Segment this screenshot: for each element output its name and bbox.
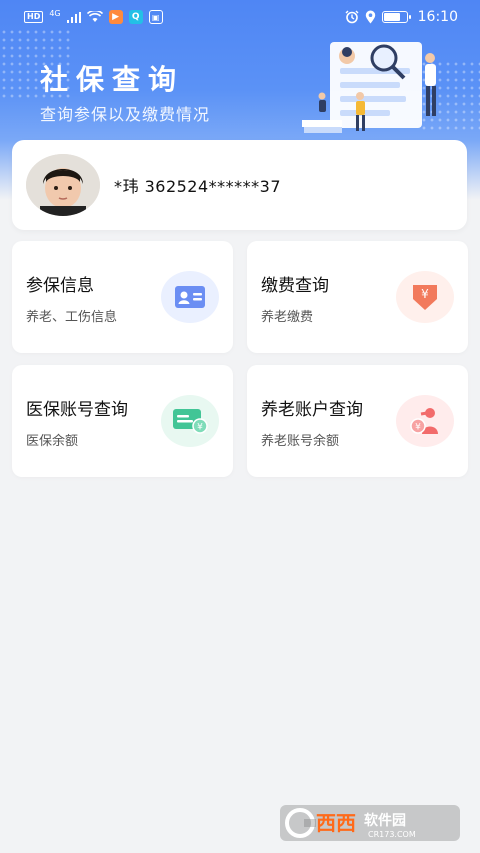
clock-time: 16:10	[417, 9, 458, 25]
svg-text:¥: ¥	[415, 423, 421, 433]
svg-text:软件园: 软件园	[364, 812, 406, 829]
id-card-icon	[161, 271, 219, 323]
tile-medical-account[interactable]: 医保账号查询 医保余额 ¥	[12, 365, 233, 477]
child-photo-avatar	[26, 154, 100, 216]
page-subtitle: 查询参保以及缴费情况	[40, 105, 211, 124]
location-icon	[365, 10, 375, 24]
svg-text:¥: ¥	[421, 287, 429, 301]
svg-text:CR173.COM: CR173.COM	[368, 830, 416, 839]
search-app-icon: Q	[128, 10, 143, 24]
svg-text:¥: ¥	[197, 423, 203, 433]
medical-card-icon: ¥	[161, 395, 219, 447]
play-app-icon: ▶	[108, 10, 123, 24]
tile-title: 医保账号查询	[26, 400, 128, 420]
tile-title: 缴费查询	[261, 276, 329, 296]
alarm-icon	[345, 10, 359, 24]
status-bar: HD 4G ▶ Q ▣ 16:10	[0, 0, 480, 34]
tile-title: 养老账户查询	[261, 400, 363, 420]
avatar	[26, 154, 100, 216]
tile-insurance-info[interactable]: 参保信息 养老、工伤信息	[12, 241, 233, 353]
signal-icon	[66, 11, 81, 23]
network-type: 4G	[49, 8, 61, 18]
page-title: 社保查询	[40, 63, 185, 96]
status-left: HD 4G ▶ Q ▣	[24, 8, 163, 24]
tile-subtitle: 养老、工伤信息	[26, 310, 118, 325]
site-watermark: 西西 软件园 CR173.COM	[280, 803, 460, 843]
user-id-masked: *玮 362524******37	[114, 177, 282, 196]
user-info-card[interactable]: *玮 362524******37	[12, 140, 467, 230]
tile-subtitle: 养老账号余额	[261, 434, 340, 449]
pension-account-icon: ¥	[396, 395, 454, 447]
query-illustration	[302, 42, 436, 133]
svg-text:西西: 西西	[316, 811, 356, 835]
hd-indicator: HD	[24, 11, 44, 23]
tile-pension-account[interactable]: 养老账户查询 养老账号余额 ¥	[247, 365, 468, 477]
wifi-icon	[86, 11, 103, 22]
watermark-logo: 西西 软件园 CR173.COM	[280, 805, 460, 841]
tile-title: 参保信息	[26, 276, 94, 296]
battery-icon	[381, 11, 411, 23]
yuan-payment-icon: ¥	[396, 271, 454, 323]
tile-subtitle: 医保余额	[26, 434, 79, 449]
message-app-icon: ▣	[148, 10, 163, 24]
tile-payment-query[interactable]: 缴费查询 养老缴费 ¥	[247, 241, 468, 353]
status-right: 16:10	[345, 9, 458, 25]
tile-subtitle: 养老缴费	[261, 310, 314, 325]
